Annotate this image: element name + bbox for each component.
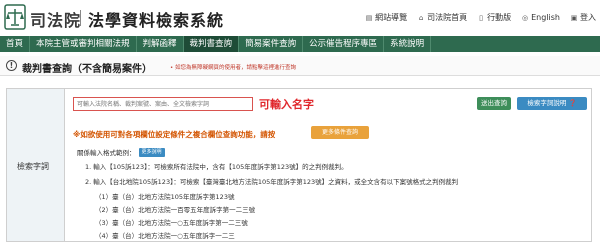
sub-example-line: （4）臺（台）北地方法院一○五年度訴字一二三 xyxy=(95,232,235,240)
judicial-yuan-logo-icon[interactable] xyxy=(4,4,26,30)
keyword-help-button[interactable]: 檢索字詞說明 ❓ xyxy=(517,97,587,110)
globe-icon: ◎ xyxy=(522,13,529,22)
toplink-home[interactable]: ⌂ 司法院首頁 xyxy=(417,12,467,23)
nav-regulations[interactable]: 本院主管或審判相關法規 xyxy=(30,36,137,52)
nav-home[interactable]: 首頁 xyxy=(0,36,31,52)
toplink-sitemap[interactable]: ▤ 網站導覽 xyxy=(365,12,407,23)
toplink-label: 登入 xyxy=(580,13,596,22)
sitemap-icon: ▤ xyxy=(365,13,373,22)
annotation-text: 可輸入名字 xyxy=(259,98,314,111)
more-examples-button[interactable]: 更多說明 xyxy=(138,147,165,157)
toplink-english[interactable]: ◎ English xyxy=(521,12,560,23)
nav-system-help[interactable]: 系統說明 xyxy=(384,36,432,52)
advanced-search-note: ※如欲使用可對各項欄位設定條件之複合欄位查詢功能，請按 xyxy=(73,130,276,139)
site-title[interactable]: 法學資料檢索系統 xyxy=(88,7,224,31)
toplink-label: 行動版 xyxy=(487,13,512,22)
toplink-label: English xyxy=(531,13,560,22)
keyword-search-input[interactable] xyxy=(73,97,253,111)
nav-interpretations[interactable]: 判解函釋 xyxy=(137,36,184,52)
mobile-icon: ▯ xyxy=(479,13,484,22)
more-conditions-button[interactable]: 更多條件查詢 xyxy=(311,126,369,139)
page-header: ! 裁判書查詢（不含簡易案件） • 如您為無障礙網頁的使用者，請點擊這裡進行查詢 xyxy=(0,56,600,76)
nav-judgment-search[interactable]: 裁判書查詢 xyxy=(183,36,240,52)
search-panel-body: 可輸入名字 送出查詢 檢索字詞說明 ❓ ※如欲使用可對各項欄位設定條件之複合欄位… xyxy=(65,89,591,241)
sub-example-line: （2）臺（台）北地方法院一百零五年度訴字第一二三號 xyxy=(95,206,256,214)
lock-icon: ▣ xyxy=(570,13,578,22)
toplink-label: 司法院首頁 xyxy=(427,13,468,22)
home-icon: ⌂ xyxy=(418,13,424,22)
main-nav: 首頁 本院主管或審判相關法規 判解函釋 裁判書查詢 簡易案件查詢 公示催告程序專… xyxy=(0,36,600,52)
top-links: ▤ 網站導覽 ⌂ 司法院首頁 ▯ 行動版 ◎ English ▣ 登入 xyxy=(365,12,596,23)
toplink-mobile[interactable]: ▯ 行動版 xyxy=(477,12,511,23)
toplink-label: 網站導覽 xyxy=(375,13,408,22)
logo-separator xyxy=(80,10,81,26)
logo-text[interactable]: 司法院 xyxy=(30,7,81,31)
top-header: 司法院 法學資料檢索系統 ▤ 網站導覽 ⌂ 司法院首頁 ▯ 行動版 ◎ English … xyxy=(0,0,600,36)
sub-example-line: （1）臺（台）北地方法院105年度訴字第123號 xyxy=(95,193,235,201)
search-row-label: 檢索字詞 xyxy=(17,162,49,171)
page-title: 裁判書查詢（不含簡易案件） xyxy=(22,64,152,75)
search-row-label-cell: 檢索字詞 xyxy=(7,89,65,241)
nav-public-summons[interactable]: 公示催告程序專區 xyxy=(303,36,385,52)
example-line: 2. 輸入【台北地院105訴123】：可檢索【臺灣臺北地方法院105年度訴字第1… xyxy=(85,178,459,186)
toplink-login[interactable]: ▣ 登入 xyxy=(570,12,596,23)
sub-example-line: （3）臺（台）北地方法院一○五年度訴字第一二三號 xyxy=(95,219,248,227)
example-header: 關係輸入格式範例： 更多說明 xyxy=(77,147,165,157)
search-panel: 檢索字詞 可輸入名字 送出查詢 檢索字詞說明 ❓ ※如欲使用可對各項欄位設定條件… xyxy=(6,88,592,242)
submit-search-button[interactable]: 送出查詢 xyxy=(477,97,511,110)
example-header-label: 關係輸入格式範例： xyxy=(77,149,136,157)
info-icon: ! xyxy=(6,60,17,71)
nav-summary-case-search[interactable]: 簡易案件查詢 xyxy=(239,36,304,52)
accessibility-note[interactable]: • 如您為無障礙網頁的使用者，請點擊這裡進行查詢 xyxy=(170,63,296,71)
example-line: 1. 輸入【105訴123】：可檢索所有法院中，含有【105年度訴字第123號】… xyxy=(85,163,348,171)
